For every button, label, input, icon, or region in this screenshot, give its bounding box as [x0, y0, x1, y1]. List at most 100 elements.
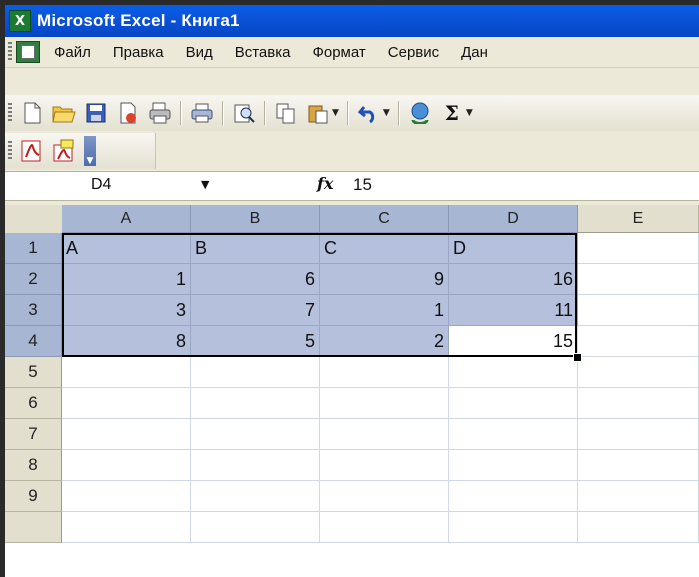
- cell[interactable]: [62, 481, 191, 512]
- cell[interactable]: [62, 512, 191, 543]
- function-icon[interactable]: fx: [317, 174, 333, 193]
- cell[interactable]: [449, 512, 578, 543]
- cell-e3[interactable]: [578, 295, 699, 326]
- menu-file[interactable]: Файл: [54, 44, 91, 61]
- cell[interactable]: [578, 512, 699, 543]
- row-header-7[interactable]: 7: [5, 419, 62, 450]
- cell-b4[interactable]: 5: [191, 326, 320, 357]
- cell-a4[interactable]: 8: [62, 326, 191, 357]
- cell[interactable]: [320, 481, 449, 512]
- column-header-e[interactable]: E: [578, 205, 699, 233]
- menu-format[interactable]: Формат: [312, 44, 365, 61]
- cell[interactable]: [191, 512, 320, 543]
- print-icon[interactable]: [189, 100, 215, 126]
- menu-data[interactable]: Дан: [461, 44, 488, 61]
- toolbar-grip[interactable]: [8, 42, 12, 62]
- cell[interactable]: [449, 388, 578, 419]
- pdf-convert-icon[interactable]: [19, 138, 45, 164]
- cell-b3[interactable]: 7: [191, 295, 320, 326]
- row-header-9[interactable]: 9: [5, 481, 62, 512]
- row-header-6[interactable]: 6: [5, 388, 62, 419]
- toolbar-options-icon[interactable]: ▼: [84, 136, 96, 166]
- workbook-icon[interactable]: [16, 41, 40, 63]
- cell[interactable]: [449, 450, 578, 481]
- column-header-d[interactable]: D: [449, 205, 578, 233]
- cell[interactable]: [62, 388, 191, 419]
- title-bar[interactable]: X Microsoft Excel - Книга1: [5, 5, 699, 37]
- cell[interactable]: [578, 357, 699, 388]
- chevron-down-icon[interactable]: ▼: [383, 108, 390, 118]
- cell[interactable]: [578, 419, 699, 450]
- cell[interactable]: [191, 419, 320, 450]
- copy-icon[interactable]: [273, 100, 299, 126]
- print-area-icon[interactable]: [147, 100, 173, 126]
- research-icon[interactable]: [231, 100, 257, 126]
- cell[interactable]: [578, 450, 699, 481]
- cell-e2[interactable]: [578, 264, 699, 295]
- cell[interactable]: [191, 481, 320, 512]
- cell[interactable]: [191, 450, 320, 481]
- cell[interactable]: [320, 450, 449, 481]
- cell-c4[interactable]: 2: [320, 326, 449, 357]
- row-header-3[interactable]: 3: [5, 295, 62, 326]
- toolbar-grip[interactable]: [8, 103, 12, 123]
- row-header-1[interactable]: 1: [5, 233, 62, 264]
- cell-a1[interactable]: A: [62, 233, 191, 264]
- cell-d4-active[interactable]: 15: [449, 326, 578, 357]
- cell[interactable]: [191, 388, 320, 419]
- permission-icon[interactable]: [115, 100, 141, 126]
- cell-a3[interactable]: 3: [62, 295, 191, 326]
- cell-e1[interactable]: [578, 233, 699, 264]
- cell-a2[interactable]: 1: [62, 264, 191, 295]
- cell-b1[interactable]: B: [191, 233, 320, 264]
- chevron-down-icon[interactable]: ▼: [332, 108, 339, 118]
- cell[interactable]: [191, 357, 320, 388]
- toolbar-grip[interactable]: [8, 141, 12, 161]
- row-header-10[interactable]: [5, 512, 62, 543]
- select-all-button[interactable]: [5, 205, 63, 234]
- cell[interactable]: [320, 388, 449, 419]
- cell-d2[interactable]: 16: [449, 264, 578, 295]
- undo-icon[interactable]: [356, 100, 382, 126]
- row-header-5[interactable]: 5: [5, 357, 62, 388]
- open-icon[interactable]: [51, 100, 77, 126]
- cell-d1[interactable]: D: [449, 233, 578, 264]
- row-header-8[interactable]: 8: [5, 450, 62, 481]
- cell-d3[interactable]: 11: [449, 295, 578, 326]
- cell-b2[interactable]: 6: [191, 264, 320, 295]
- menu-insert[interactable]: Вставка: [235, 44, 291, 61]
- formula-input[interactable]: 15: [353, 175, 372, 195]
- cell[interactable]: [578, 388, 699, 419]
- row-header-4[interactable]: 4: [5, 326, 62, 357]
- column-header-b[interactable]: B: [191, 205, 320, 233]
- autosum-icon[interactable]: Σ: [439, 100, 465, 126]
- menu-view[interactable]: Вид: [186, 44, 213, 61]
- cell-e4[interactable]: [578, 326, 699, 357]
- cell[interactable]: [578, 481, 699, 512]
- cell[interactable]: [62, 357, 191, 388]
- hyperlink-icon[interactable]: [407, 100, 433, 126]
- menu-edit[interactable]: Правка: [113, 44, 164, 61]
- pdf-comment-icon[interactable]: [51, 138, 77, 164]
- cell[interactable]: [320, 419, 449, 450]
- cell[interactable]: [449, 481, 578, 512]
- name-box[interactable]: D4: [63, 174, 221, 196]
- column-header-c[interactable]: C: [320, 205, 449, 233]
- cell[interactable]: [320, 357, 449, 388]
- cell-c1[interactable]: C: [320, 233, 449, 264]
- save-icon[interactable]: [83, 100, 109, 126]
- chevron-down-icon[interactable]: ▼: [466, 108, 473, 118]
- paste-icon[interactable]: [305, 100, 331, 126]
- chevron-down-icon[interactable]: ▼: [201, 178, 209, 191]
- column-header-a[interactable]: A: [62, 205, 191, 233]
- cell[interactable]: [62, 419, 191, 450]
- new-icon[interactable]: [19, 100, 45, 126]
- cell-c3[interactable]: 1: [320, 295, 449, 326]
- row-header-2[interactable]: 2: [5, 264, 62, 295]
- cell[interactable]: [320, 512, 449, 543]
- fill-handle[interactable]: [573, 353, 582, 362]
- cell[interactable]: [449, 419, 578, 450]
- cell[interactable]: [449, 357, 578, 388]
- cell[interactable]: [62, 450, 191, 481]
- menu-tools[interactable]: Сервис: [388, 44, 439, 61]
